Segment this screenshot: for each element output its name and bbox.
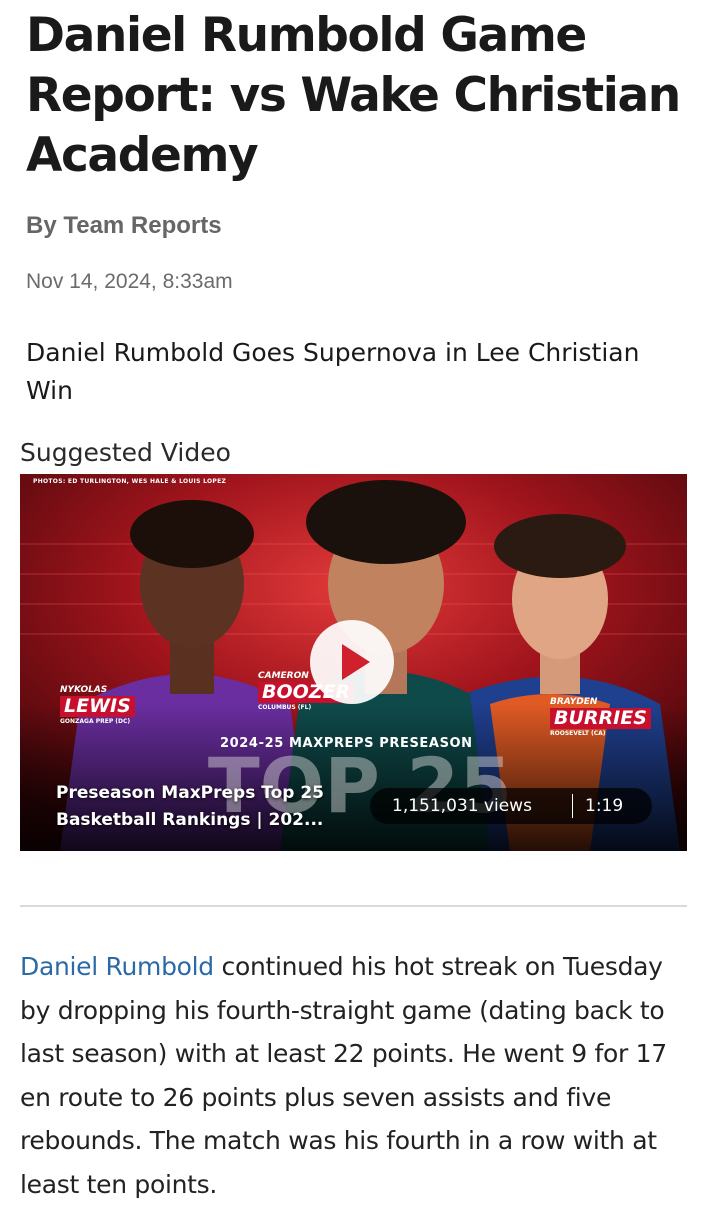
player-tag-right: BRAYDEN BURRIES ROOSEVELT (CA) bbox=[550, 698, 651, 737]
play-icon bbox=[342, 644, 370, 680]
byline[interactable]: By Team Reports bbox=[26, 212, 222, 240]
video-meta-pill: 1,151,031 views 1:19 bbox=[370, 788, 652, 824]
play-button[interactable] bbox=[310, 620, 394, 704]
view-count: 1,151,031 views bbox=[392, 796, 532, 816]
section-divider bbox=[20, 905, 687, 907]
publish-timestamp: Nov 14, 2024, 8:33am bbox=[26, 270, 233, 293]
photo-credit: PHOTOS: ED TURLINGTON, WES HALE & LOUIS … bbox=[33, 478, 227, 485]
player-first-name: BRAYDEN bbox=[550, 697, 598, 707]
player-school: ROOSEVELT (CA) bbox=[550, 730, 606, 737]
article-body-text: continued his hot streak on Tuesday by d… bbox=[20, 952, 667, 1199]
video-banner: 2024-25 MAXPREPS PRESEASON bbox=[220, 736, 473, 751]
article-subtitle: Daniel Rumbold Goes Supernova in Lee Chr… bbox=[26, 338, 640, 405]
player-first-name: NYKOLAS bbox=[60, 685, 108, 695]
player-profile-link[interactable]: Daniel Rumbold bbox=[20, 952, 214, 981]
article-headline: Daniel Rumbold Game Report: vs Wake Chri… bbox=[26, 8, 681, 183]
suggested-video-player[interactable]: PHOTOS: ED TURLINGTON, WES HALE & LOUIS … bbox=[20, 474, 687, 851]
player-last-name: LEWIS bbox=[60, 696, 135, 717]
player-tag-left: NYKOLAS LEWIS GONZAGA PREP (DC) bbox=[60, 686, 135, 725]
player-school: COLUMBUS (FL) bbox=[258, 704, 312, 711]
suggested-video-label: Suggested Video bbox=[20, 438, 231, 467]
video-title[interactable]: Preseason MaxPreps Top 25 Basketball Ran… bbox=[56, 780, 376, 834]
player-school: GONZAGA PREP (DC) bbox=[60, 718, 131, 725]
video-duration: 1:19 bbox=[585, 796, 624, 816]
meta-separator bbox=[572, 794, 573, 818]
player-last-name: BURRIES bbox=[550, 708, 651, 729]
article-body: Daniel Rumbold continued his hot streak … bbox=[20, 945, 692, 1206]
